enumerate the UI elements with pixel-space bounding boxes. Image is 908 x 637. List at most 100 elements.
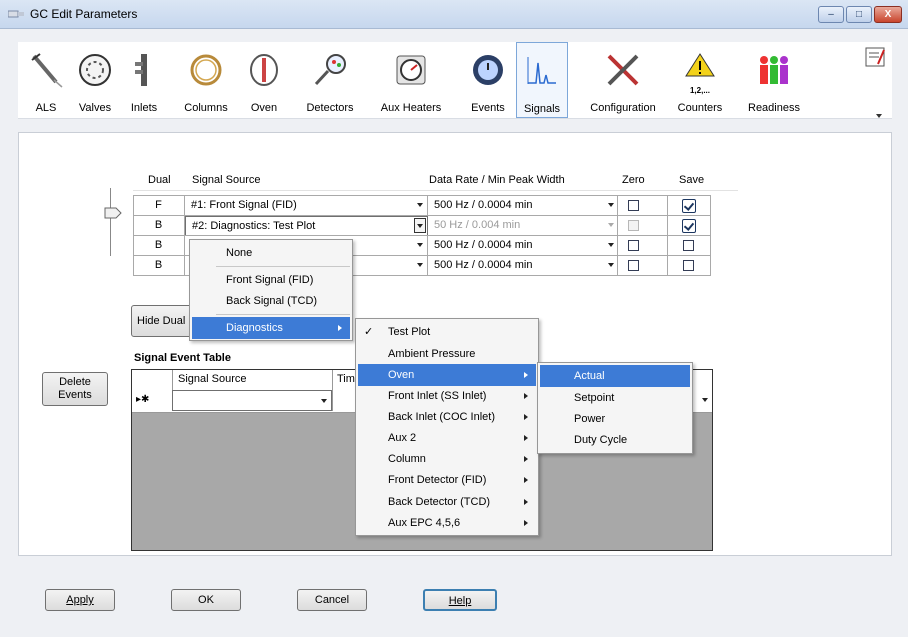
col-divider bbox=[332, 390, 333, 411]
menu-item-ambient-pressure[interactable]: Ambient Pressure bbox=[358, 343, 536, 365]
dual-slider-thumb[interactable] bbox=[104, 207, 122, 219]
menu-item-actual[interactable]: Actual bbox=[540, 365, 690, 387]
menu-item-aux-epc[interactable]: Aux EPC 4,5,6 bbox=[358, 512, 536, 534]
zero-checkbox[interactable] bbox=[628, 200, 639, 211]
tab-readiness[interactable]: Readiness bbox=[744, 42, 804, 118]
parameter-toolbar: ALS Valves Inlets Columns Oven Detectors… bbox=[18, 42, 892, 119]
tab-events[interactable]: Events bbox=[464, 42, 512, 118]
signal-row-2: B #2: Diagnostics: Test Plot 50 Hz / 0.0… bbox=[133, 215, 711, 236]
data-rate-combo[interactable]: 500 Hz / 0.0004 min bbox=[428, 236, 618, 256]
data-rate-combo[interactable]: 500 Hz / 0.0004 min bbox=[428, 196, 618, 216]
menu-item-front-signal[interactable]: Front Signal (FID) bbox=[192, 269, 350, 291]
submenu-arrow-icon bbox=[524, 520, 528, 526]
event-signal-source-combo[interactable] bbox=[172, 390, 332, 411]
zero-checkbox[interactable] bbox=[628, 240, 639, 251]
window-title: GC Edit Parameters bbox=[30, 7, 138, 21]
submenu-arrow-icon bbox=[338, 325, 342, 331]
dual-cell[interactable]: B bbox=[133, 256, 185, 276]
tab-detectors[interactable]: Detectors bbox=[296, 42, 364, 118]
warning-icon bbox=[685, 53, 715, 77]
chevron-down-icon bbox=[608, 243, 614, 247]
menu-item-label: Aux EPC 4,5,6 bbox=[388, 517, 461, 529]
tab-inlets[interactable]: Inlets bbox=[122, 42, 166, 118]
menu-item-label: Test Plot bbox=[388, 326, 431, 338]
close-button[interactable]: X bbox=[874, 6, 902, 23]
maximize-button[interactable]: □ bbox=[846, 6, 872, 23]
syringe-icon bbox=[31, 53, 63, 88]
save-checkbox[interactable] bbox=[682, 199, 696, 213]
menu-item-label: Back Detector (TCD) bbox=[388, 496, 491, 508]
tab-label: Oven bbox=[250, 102, 278, 114]
menu-item-test-plot[interactable]: ✓ Test Plot bbox=[358, 321, 536, 343]
chevron-down-icon bbox=[417, 263, 423, 267]
event-col-time: Tim bbox=[337, 373, 355, 385]
tab-oven[interactable]: Oven bbox=[242, 42, 286, 118]
data-rate-value: 500 Hz / 0.0004 min bbox=[434, 239, 533, 251]
new-row-marker: ▸✱ bbox=[136, 394, 150, 405]
minimize-button[interactable]: – bbox=[818, 6, 844, 23]
zero-checkbox[interactable] bbox=[628, 260, 639, 271]
menu-item-power[interactable]: Power bbox=[540, 408, 690, 430]
notes-icon[interactable] bbox=[864, 46, 886, 68]
tab-valves[interactable]: Valves bbox=[70, 42, 120, 118]
menu-item-back-signal[interactable]: Back Signal (TCD) bbox=[192, 290, 350, 312]
save-cell bbox=[668, 236, 711, 256]
dropdown-button[interactable] bbox=[414, 218, 426, 233]
menu-item-setpoint[interactable]: Setpoint bbox=[540, 387, 690, 409]
menu-item-back-detector[interactable]: Back Detector (TCD) bbox=[358, 491, 536, 513]
menu-item-front-detector[interactable]: Front Detector (FID) bbox=[358, 469, 536, 491]
tab-aux-heaters[interactable]: Aux Heaters bbox=[370, 42, 452, 118]
menu-item-label: Front Inlet (SS Inlet) bbox=[388, 390, 487, 402]
save-checkbox[interactable] bbox=[682, 219, 696, 233]
apply-button[interactable]: Apply bbox=[45, 589, 115, 611]
signal-source-value: #1: Front Signal (FID) bbox=[191, 199, 297, 211]
tab-label: ALS bbox=[35, 102, 57, 114]
signal-source-combo[interactable]: #2: Diagnostics: Test Plot bbox=[185, 216, 428, 236]
save-checkbox[interactable] bbox=[683, 260, 694, 271]
tab-label: Detectors bbox=[306, 102, 354, 114]
menu-item-label: Aux 2 bbox=[388, 432, 417, 444]
tab-als[interactable]: ALS bbox=[24, 42, 68, 118]
gauge-icon bbox=[396, 55, 426, 85]
col-header-dual: Dual bbox=[148, 174, 171, 186]
signal-source-combo[interactable]: #1: Front Signal (FID) bbox=[185, 196, 428, 216]
menu-item-back-inlet[interactable]: Back Inlet (COC Inlet) bbox=[358, 406, 536, 428]
tab-counters[interactable]: 1,2,... Counters bbox=[672, 42, 728, 118]
menu-item-diagnostics[interactable]: Diagnostics bbox=[192, 317, 350, 339]
ok-button[interactable]: OK bbox=[171, 589, 241, 611]
zero-cell bbox=[618, 236, 668, 256]
event-col-signal-source: Signal Source bbox=[178, 373, 247, 385]
delete-events-button[interactable]: Delete Events bbox=[42, 372, 108, 406]
dual-cell[interactable]: B bbox=[133, 216, 185, 236]
save-cell bbox=[668, 216, 711, 236]
help-button[interactable]: Help bbox=[423, 589, 497, 611]
dual-cell[interactable]: F bbox=[133, 196, 185, 216]
tab-label: Aux Heaters bbox=[380, 102, 442, 114]
menu-item-oven[interactable]: Oven bbox=[358, 364, 536, 386]
cancel-button[interactable]: Cancel bbox=[297, 589, 367, 611]
menu-item-front-inlet[interactable]: Front Inlet (SS Inlet) bbox=[358, 385, 536, 407]
zero-cell bbox=[618, 216, 668, 236]
tab-columns[interactable]: Columns bbox=[176, 42, 236, 118]
header-divider bbox=[133, 190, 738, 191]
menu-item-aux-2[interactable]: Aux 2 bbox=[358, 427, 536, 449]
col-header-data-rate: Data Rate / Min Peak Width bbox=[429, 174, 565, 186]
submenu-arrow-icon bbox=[524, 499, 528, 505]
save-checkbox[interactable] bbox=[683, 240, 694, 251]
hide-dual-button[interactable]: Hide Dual bbox=[131, 305, 193, 337]
dual-cell[interactable]: B bbox=[133, 236, 185, 256]
chevron-down-icon[interactable] bbox=[702, 398, 708, 402]
menu-item-column[interactable]: Column bbox=[358, 448, 536, 470]
detector-icon bbox=[314, 54, 346, 86]
chevron-down-icon bbox=[417, 224, 423, 228]
menu-item-duty-cycle[interactable]: Duty Cycle bbox=[540, 429, 690, 451]
tab-configuration[interactable]: Configuration bbox=[580, 42, 666, 118]
col-divider bbox=[172, 370, 173, 390]
counters-icon-text: 1,2,... bbox=[689, 86, 710, 95]
tab-signals[interactable]: Signals bbox=[516, 42, 568, 118]
menu-item-none[interactable]: None bbox=[192, 242, 350, 264]
events-clock-icon bbox=[473, 55, 503, 85]
toolbar-overflow-icon[interactable] bbox=[876, 114, 882, 118]
data-rate-combo[interactable]: 500 Hz / 0.0004 min bbox=[428, 256, 618, 276]
col-header-save: Save bbox=[679, 174, 705, 186]
